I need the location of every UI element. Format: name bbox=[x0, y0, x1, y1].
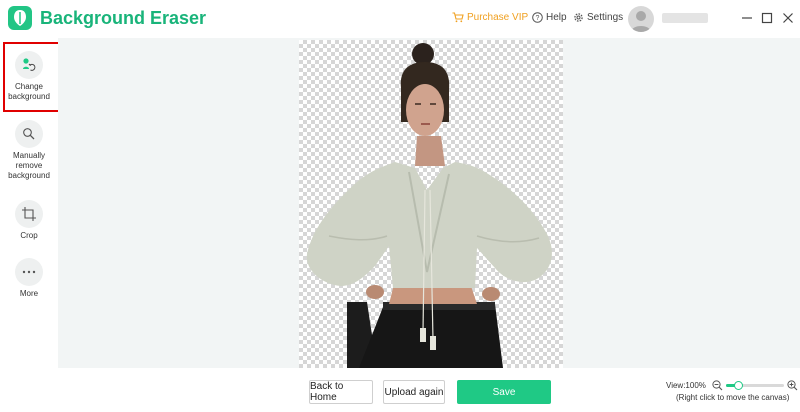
sidebar-item-label: Manually remove background bbox=[8, 151, 50, 180]
canvas-area[interactable] bbox=[58, 38, 800, 368]
sidebar-item-label: Crop bbox=[20, 231, 38, 240]
zoom-out-icon[interactable] bbox=[712, 380, 723, 391]
app-title: Background Eraser bbox=[40, 8, 207, 28]
title-bar: Background Eraser Purchase VIP ? Help Se… bbox=[0, 0, 800, 38]
save-button[interactable]: Save bbox=[457, 380, 551, 404]
username-blurred[interactable] bbox=[662, 13, 708, 23]
zoom-in-icon[interactable] bbox=[787, 380, 798, 391]
selected-tool-highlight bbox=[3, 42, 62, 112]
manual-erase-icon bbox=[23, 128, 35, 140]
zoom-level: View:100% bbox=[666, 381, 706, 390]
user-avatar[interactable] bbox=[628, 6, 654, 32]
tool-sidebar: Change background Manually remove backgr… bbox=[0, 38, 62, 368]
zoom-hint-text: (Right click to move the canvas) bbox=[676, 393, 790, 402]
sidebar-item-label: More bbox=[19, 289, 39, 298]
purchase-vip-button[interactable]: Purchase VIP bbox=[452, 12, 528, 23]
sidebar-item-crop[interactable]: Crop bbox=[0, 200, 58, 241]
svg-text:?: ? bbox=[536, 15, 540, 22]
sidebar-item-more[interactable]: More bbox=[0, 258, 58, 299]
help-button[interactable]: ? Help bbox=[532, 12, 567, 23]
more-dots-icon bbox=[22, 270, 36, 274]
cart-icon bbox=[452, 12, 464, 23]
bottom-toolbar: Back to Home Upload again Save View:100%… bbox=[0, 368, 800, 412]
minimize-icon[interactable] bbox=[740, 11, 754, 25]
close-icon[interactable] bbox=[781, 11, 795, 25]
zoom-slider-handle[interactable] bbox=[734, 381, 743, 390]
settings-label: Settings bbox=[587, 12, 624, 23]
zoom-slider[interactable] bbox=[726, 381, 784, 390]
sidebar-item-manually-remove-background[interactable]: Manually remove background bbox=[0, 120, 58, 181]
help-label: Help bbox=[546, 12, 567, 23]
edited-photo[interactable] bbox=[299, 40, 563, 368]
app-logo bbox=[8, 6, 32, 30]
settings-button[interactable]: Settings bbox=[573, 12, 623, 23]
maximize-icon[interactable] bbox=[760, 11, 774, 25]
help-icon: ? bbox=[532, 12, 543, 23]
crop-icon bbox=[22, 207, 36, 221]
gear-icon bbox=[574, 13, 583, 22]
back-to-home-button[interactable]: Back to Home bbox=[309, 380, 373, 404]
subject-cutout bbox=[306, 43, 552, 368]
upload-again-button[interactable]: Upload again bbox=[383, 380, 445, 404]
purchase-vip-label: Purchase VIP bbox=[467, 12, 529, 23]
